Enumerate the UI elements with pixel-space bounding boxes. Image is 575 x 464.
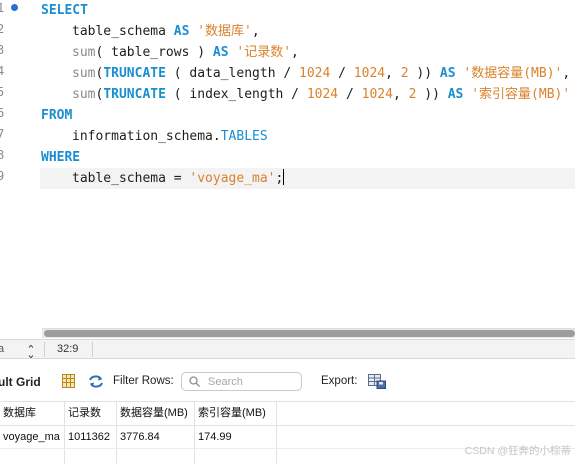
table-cell[interactable]: 174.99 <box>195 426 277 448</box>
line-number: 4 <box>0 64 5 78</box>
keyword-truncate: TRUNCATE <box>103 87 166 102</box>
number-literal: 1024 <box>361 87 393 102</box>
operator: = <box>165 171 190 186</box>
line-number: 6 <box>0 106 5 120</box>
line-number: 9 <box>0 169 5 183</box>
function-sum: sum <box>72 45 96 60</box>
up-down-stepper-icon[interactable]: ⌃ ⌄ <box>24 342 38 361</box>
refresh-icon[interactable] <box>88 374 104 389</box>
code-line-9[interactable]: 9 table_schema = 'voyage_ma'; <box>0 168 575 189</box>
table-cell[interactable]: 3776.84 <box>117 426 195 448</box>
watermark-text: CSDN @狂奔的小棕蒂 <box>464 445 571 457</box>
export-icon[interactable] <box>368 374 386 389</box>
column-header[interactable]: 索引容量(MB) <box>195 402 277 425</box>
editor-horizontal-scrollbar[interactable] <box>42 328 575 338</box>
filter-rows-label: Filter Rows: <box>113 375 174 387</box>
cursor-position: 32:9 <box>57 343 79 355</box>
keyword-where: WHERE <box>41 150 81 165</box>
editor-status-bar: a ⌃ ⌄ 32:9 <box>0 339 575 361</box>
comma: , <box>291 45 299 60</box>
paren: ( <box>165 87 190 102</box>
status-divider <box>92 342 93 357</box>
function-sum: sum <box>72 66 96 81</box>
paren: ( <box>165 66 190 81</box>
column-identifier: table_schema <box>72 171 166 186</box>
function-sum: sum <box>72 87 96 102</box>
column-header[interactable]: 数据容量(MB) <box>117 402 195 425</box>
column-header[interactable]: 数据库 <box>0 402 65 425</box>
keyword-from: FROM <box>41 108 73 123</box>
line-number: 7 <box>0 127 5 141</box>
code-line-7[interactable]: 7 information_schema.TABLES <box>0 126 575 147</box>
code-line-5[interactable]: 5 sum(TRUNCATE ( index_length / 1024 / 1… <box>0 84 575 105</box>
number-literal: 1024 <box>353 66 386 81</box>
grid-view-icon[interactable] <box>62 374 75 388</box>
table-cell <box>0 449 65 464</box>
operator: / <box>330 66 354 81</box>
line-number: 8 <box>0 148 5 162</box>
table-identifier: TABLES <box>220 129 268 144</box>
comma: , <box>562 66 571 81</box>
grid-header-row: 数据库 记录数 数据容量(MB) 索引容量(MB) <box>0 401 575 426</box>
alias-string: '记录数' <box>236 45 292 60</box>
code-line-8[interactable]: 8 WHERE <box>0 147 575 168</box>
code-line-6[interactable]: 6 FROM <box>0 105 575 126</box>
comma: , <box>392 87 409 102</box>
filter-search-box[interactable] <box>181 372 302 391</box>
paren: ) <box>189 45 213 60</box>
search-icon <box>189 376 200 387</box>
sql-editor[interactable]: 1 SELECT 2 table_schema AS '数据库', 3 sum(… <box>0 0 575 325</box>
paren: ( <box>95 45 112 60</box>
status-divider <box>44 342 45 357</box>
line-number: 5 <box>0 85 5 99</box>
code-line-1[interactable]: 1 SELECT <box>0 0 575 21</box>
table-cell <box>65 449 117 464</box>
column-header[interactable]: 记录数 <box>65 402 117 425</box>
code-line-4[interactable]: 4 sum(TRUNCATE ( data_length / 1024 / 10… <box>0 63 575 84</box>
keyword-truncate: TRUNCATE <box>103 66 166 81</box>
column-identifier: data_length <box>189 66 276 81</box>
code-line-2[interactable]: 2 table_schema AS '数据库', <box>0 21 575 42</box>
table-cell[interactable]: 1011362 <box>65 426 117 448</box>
keyword-as: AS <box>212 45 229 60</box>
result-grid-title: ult Grid <box>0 375 41 389</box>
operator: / <box>283 87 307 102</box>
comma: , <box>385 66 401 81</box>
semicolon: ; <box>275 171 284 186</box>
column-identifier: table_schema <box>72 24 166 39</box>
search-input[interactable] <box>208 374 300 389</box>
column-identifier: index_length <box>189 87 284 102</box>
operator: / <box>275 66 299 81</box>
paren: )) <box>408 66 440 81</box>
line-number: 2 <box>0 22 5 36</box>
value-string: 'voyage_ma' <box>189 171 276 186</box>
alias-string: '数据容量(MB)' <box>463 66 563 81</box>
alias-string: '数据库' <box>197 24 252 39</box>
comma: , <box>251 24 260 39</box>
table-cell <box>117 449 195 464</box>
scrollbar-thumb[interactable] <box>44 330 575 337</box>
table-cell[interactable]: voyage_ma <box>0 426 65 448</box>
number-literal: 2 <box>400 66 409 81</box>
alias-string: '索引容量(MB)' <box>471 87 571 102</box>
keyword-as: AS <box>173 24 190 39</box>
breakpoint-dot-icon[interactable] <box>11 4 18 11</box>
code-line-3[interactable]: 3 sum( table_rows ) AS '记录数', <box>0 42 575 63</box>
keyword-as: AS <box>447 87 464 102</box>
operator: / <box>338 87 362 102</box>
schema-identifier: information_schema. <box>72 129 221 144</box>
result-toolbar: ult Grid Filter Rows: Export: <box>0 371 575 395</box>
keyword-as: AS <box>439 66 456 81</box>
keyword-select: SELECT <box>41 3 88 18</box>
column-identifier: table_rows <box>111 45 190 60</box>
status-left-text: a <box>0 343 5 355</box>
number-literal: 1024 <box>299 66 331 81</box>
table-cell <box>195 449 277 464</box>
line-number: 3 <box>0 43 5 57</box>
number-literal: 1024 <box>306 87 339 102</box>
line-number: 1 <box>0 1 5 15</box>
export-label: Export: <box>321 375 358 387</box>
text-caret <box>283 169 285 185</box>
paren: )) <box>416 87 448 102</box>
